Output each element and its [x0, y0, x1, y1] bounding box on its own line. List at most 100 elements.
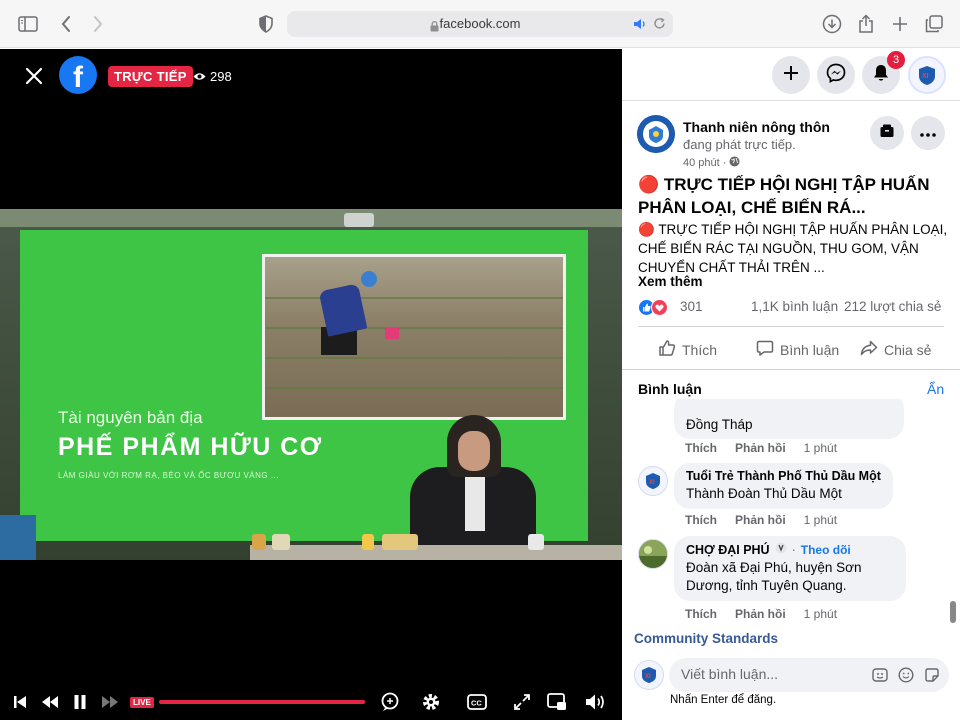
comment-meta: Thích Phản hồi 1 phút — [685, 607, 837, 621]
create-button[interactable] — [772, 56, 810, 94]
reaction-count[interactable]: 301 — [680, 299, 703, 314]
comment-button[interactable]: Bình luận — [756, 339, 839, 360]
comment-bubble-icon — [756, 339, 774, 360]
account-avatar[interactable]: XI — [908, 56, 946, 94]
post-body: 🔴 TRỰC TIẾP HỘI NGHỊ TẬP HUẤN PHÂN LOẠI,… — [638, 222, 948, 275]
viewer-count-text: 298 — [210, 69, 232, 84]
comment-author: CHỢ ĐẠI PHÚ · Theo dõi — [686, 542, 851, 557]
comment-like-link[interactable]: Thích — [685, 441, 717, 455]
fast-forward-icon[interactable] — [98, 690, 122, 714]
comment-input[interactable] — [681, 666, 861, 682]
volume-icon[interactable] — [584, 690, 608, 714]
plus-icon — [782, 64, 800, 87]
comment-meta: Thích Phản hồi 1 phút — [685, 441, 837, 455]
player-controls: LIVE CC — [0, 684, 622, 720]
privacy-shield-icon[interactable] — [254, 12, 278, 36]
emoji-icon[interactable] — [897, 666, 915, 684]
save-post-button[interactable] — [870, 116, 904, 150]
comment-text: Đồng Tháp — [686, 417, 753, 432]
tabs-overview-icon[interactable] — [922, 12, 946, 36]
community-standards-link[interactable]: Community Standards — [634, 631, 778, 646]
compose-avatar: XI — [634, 660, 664, 690]
download-icon[interactable] — [820, 12, 844, 36]
like-button[interactable]: Thích — [658, 339, 717, 360]
speaker-icon[interactable] — [633, 17, 647, 36]
viewer-count: 298 — [193, 69, 232, 84]
svg-text:XI: XI — [649, 480, 655, 486]
live-badge: TRỰC TIẾP — [108, 66, 193, 87]
fullscreen-icon[interactable] — [510, 690, 534, 714]
messenger-icon — [826, 63, 846, 88]
comment-avatar[interactable]: XI — [638, 466, 668, 496]
address-bar[interactable]: facebook.com — [287, 11, 673, 37]
thumbs-up-icon — [658, 339, 676, 360]
share-count[interactable]: 212 lượt chia sẻ — [844, 299, 941, 314]
comment-time: 1 phút — [803, 607, 838, 621]
share-arrow-icon — [860, 339, 878, 360]
pause-icon[interactable] — [68, 690, 92, 714]
curtain — [0, 515, 36, 560]
comment-author[interactable]: Tuổi Trẻ Thành Phố Thủ Dầu Một — [686, 469, 881, 483]
eye-icon — [193, 69, 206, 84]
comment-avatar[interactable] — [638, 539, 668, 569]
captions-icon[interactable]: CC — [465, 690, 489, 714]
back-icon[interactable] — [54, 12, 78, 36]
reaction-icons[interactable] — [638, 299, 668, 316]
more-options-button[interactable] — [911, 116, 945, 150]
reload-icon[interactable] — [653, 17, 666, 35]
comment-reply-link[interactable]: Phản hồi — [735, 513, 786, 527]
comment-time: 1 phút — [803, 441, 838, 455]
comment-like-link[interactable]: Thích — [685, 513, 717, 527]
forward-icon[interactable] — [86, 12, 110, 36]
comment-reply-link[interactable]: Phản hồi — [735, 607, 786, 621]
comment-bubble: Tuổi Trẻ Thành Phố Thủ Dầu Một Thành Đoà… — [674, 463, 893, 509]
facebook-logo-icon[interactable]: f — [59, 56, 97, 94]
new-tab-icon[interactable] — [888, 12, 912, 36]
live-chip: LIVE — [130, 697, 154, 708]
sidebar-icon[interactable] — [16, 12, 40, 36]
comments-heading: Bình luận — [638, 381, 702, 397]
bell-icon — [872, 63, 890, 88]
wall — [0, 209, 622, 227]
messenger-button[interactable] — [817, 56, 855, 94]
post-timestamp: 40 phút · — [683, 156, 740, 170]
comment-composer — [669, 658, 949, 692]
scrollbar[interactable] — [950, 601, 956, 623]
comment-list: Đồng Tháp Thích Phản hồi 1 phút XI Tuổi … — [622, 399, 960, 629]
more-icon — [920, 124, 936, 142]
comment-count[interactable]: 1,1K bình luận — [751, 299, 838, 314]
desk — [250, 545, 622, 560]
chat-icon[interactable] — [378, 690, 402, 714]
comment-like-link[interactable]: Thích — [685, 607, 717, 621]
farmer-photo — [262, 254, 566, 420]
progress-bar[interactable] — [159, 700, 365, 704]
avatar-sticker-icon[interactable] — [871, 666, 889, 684]
rewind-icon[interactable] — [38, 690, 62, 714]
post-panel: XI Thanh niên nông thôn đang phát trực t… — [622, 49, 960, 720]
page-name[interactable]: Thanh niên nông thôn — [683, 119, 830, 135]
save-icon — [879, 123, 895, 144]
page-avatar[interactable] — [637, 115, 675, 153]
settings-gear-icon[interactable] — [419, 690, 443, 714]
share-icon[interactable] — [854, 12, 878, 36]
share-button[interactable]: Chia sẻ — [860, 339, 931, 360]
comment-reply-link[interactable]: Phản hồi — [735, 441, 786, 455]
post-title: 🔴 TRỰC TIẾP HỘI NGHỊ TẬP HUẤN PHÂN LOẠI,… — [638, 175, 930, 217]
video-frame: Tài nguyên bản địa PHẾ PHẨM HỮU CƠ LÀM G… — [0, 209, 622, 560]
follow-link[interactable]: Theo dõi — [801, 543, 851, 557]
picture-in-picture-icon[interactable] — [545, 690, 569, 714]
slide-caption: LÀM GIÀU VỚI RƠM RẠ, BÈO VÀ ỐC BƯƠU VÀNG… — [58, 471, 279, 480]
url-text: facebook.com — [439, 16, 521, 31]
svg-text:CC: CC — [471, 699, 482, 708]
video-player[interactable]: f TRỰC TIẾP 298 Tài nguyên bản địa PHẾ P… — [0, 49, 622, 720]
hide-comments-link[interactable]: Ẩn — [927, 381, 944, 397]
close-icon[interactable] — [22, 64, 46, 88]
page-status: đang phát trực tiếp. — [683, 137, 796, 152]
sticker-icon[interactable] — [923, 666, 941, 684]
svg-text:XI: XI — [922, 73, 929, 80]
badge-icon — [775, 542, 787, 557]
love-reaction-icon — [651, 299, 668, 316]
reaction-summary: 301 1,1K bình luận 212 lượt chia sẻ — [638, 298, 948, 318]
see-more-link[interactable]: Xem thêm — [638, 274, 703, 289]
skip-start-icon[interactable] — [8, 690, 32, 714]
